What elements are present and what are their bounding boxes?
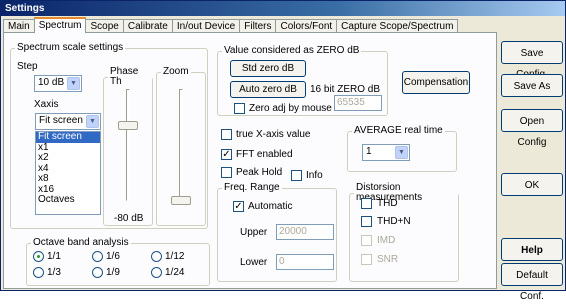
zero-adj-checkbox[interactable]: [234, 103, 245, 114]
thd-n-checkbox[interactable]: [361, 216, 372, 227]
zero-db-legend: Value considered as ZERO dB: [224, 45, 360, 56]
check-icon: ✓: [234, 201, 243, 212]
average-legend: AVERAGE real time: [354, 125, 443, 136]
xaxis-option[interactable]: Fit screen: [36, 131, 100, 143]
octave-radio-1-6[interactable]: [92, 251, 103, 262]
compensation-button[interactable]: Compensation: [402, 71, 470, 94]
chevron-down-icon: ▼: [67, 77, 80, 90]
std-zero-db-button[interactable]: Std zero dB: [230, 60, 306, 77]
check-icon: ✓: [222, 149, 231, 160]
step-select[interactable]: 10 dB ▼: [34, 75, 82, 92]
save-config-button[interactable]: Save Config.: [501, 41, 563, 80]
average-value: 1: [366, 146, 372, 157]
info-label: Info: [306, 170, 323, 181]
save-as-button[interactable]: Save As: [501, 74, 563, 97]
octave-option-label: 1/6: [106, 251, 120, 262]
step-label: Step: [17, 61, 38, 72]
phase-legend: Phase Th: [110, 66, 139, 87]
xaxis-label: Xaxis: [34, 99, 59, 110]
ok-button[interactable]: OK: [501, 173, 563, 196]
peak-hold-checkbox[interactable]: [221, 167, 232, 178]
phase-slider-thumb[interactable]: [118, 121, 138, 130]
default-conf-button[interactable]: Default Conf.: [501, 263, 563, 302]
xaxis-select[interactable]: Fit screen ▼: [35, 113, 101, 130]
imd-checkbox: [361, 235, 372, 246]
snr-label: SNR: [377, 254, 399, 265]
chevron-down-icon: ▼: [395, 146, 408, 159]
xaxis-option[interactable]: x2: [36, 152, 100, 164]
spectrum-panel: Spectrum scale settings Step 10 dB ▼ Xax…: [3, 32, 497, 289]
octave-group: Octave band analysis: [26, 238, 210, 286]
chevron-down-icon: ▼: [86, 115, 99, 128]
upper-label: Upper: [240, 227, 268, 238]
octave-option-label: 1/24: [165, 267, 185, 278]
octave-option-label: 1/3: [47, 267, 61, 278]
bit-zero-db-field[interactable]: 65535: [334, 95, 382, 111]
octave-legend: Octave band analysis: [33, 237, 129, 248]
radio-selected-dot: [37, 255, 40, 258]
thd-label: THD: [377, 198, 398, 209]
upper-field[interactable]: 20000: [276, 224, 334, 240]
tab-capture[interactable]: Capture Scope/Spectrum: [336, 19, 459, 33]
settings-window: Settings Main Spectrum Scope Calibrate I…: [0, 0, 566, 302]
xaxis-value: Fit screen: [39, 115, 83, 126]
true-x-axis-label: true X-axis value: [236, 129, 311, 140]
octave-radio-1-12[interactable]: [151, 251, 162, 262]
tab-filters[interactable]: Filters: [239, 19, 277, 33]
zoom-slider-thumb[interactable]: [171, 196, 191, 205]
help-button[interactable]: Help: [501, 238, 563, 261]
tab-main[interactable]: Main: [3, 19, 35, 33]
tab-in-out-device[interactable]: In/out Device: [171, 19, 241, 33]
window-title: Settings: [1, 1, 565, 16]
open-config-button[interactable]: Open Config: [501, 109, 563, 148]
phase-slider-track[interactable]: [126, 89, 130, 201]
true-x-axis-checkbox[interactable]: [221, 129, 232, 140]
peak-hold-label: Peak Hold: [236, 167, 283, 178]
average-select[interactable]: 1 ▼: [362, 144, 410, 161]
tab-calibrate[interactable]: Calibrate: [122, 19, 173, 33]
automatic-label: Automatic: [248, 201, 293, 212]
xaxis-option[interactable]: x8: [36, 173, 100, 185]
octave-option-label: 1/12: [165, 251, 185, 262]
thd-checkbox[interactable]: [361, 198, 372, 209]
tab-strip: Main Spectrum Scope Calibrate In/out Dev…: [3, 17, 499, 33]
octave-option-label: 1/1: [47, 251, 61, 262]
octave-radio-1-24[interactable]: [151, 267, 162, 278]
xaxis-option[interactable]: Octaves: [36, 194, 100, 206]
lower-field[interactable]: 0: [276, 254, 334, 270]
thd-n-label: THD+N: [377, 216, 411, 227]
octave-radio-1-1[interactable]: [33, 251, 44, 262]
tab-spectrum[interactable]: Spectrum: [33, 17, 87, 33]
fft-enabled-label: FFT enabled: [236, 149, 293, 160]
zero-adj-label: Zero adj by mouse: [249, 103, 332, 114]
tab-scope[interactable]: Scope: [85, 19, 124, 33]
freq-range-legend: Freq. Range: [224, 182, 280, 193]
tab-colors-font[interactable]: Colors/Font: [275, 19, 338, 33]
octave-radio-1-3[interactable]: [33, 267, 44, 278]
info-checkbox[interactable]: [291, 170, 302, 181]
zoom-slider-track[interactable]: [179, 89, 183, 201]
zoom-legend: Zoom: [163, 66, 189, 77]
imd-label: IMD: [377, 235, 396, 246]
snr-checkbox: [361, 254, 372, 265]
octave-option-label: 1/9: [106, 267, 120, 278]
step-value: 10 dB: [38, 77, 65, 88]
lower-label: Lower: [240, 257, 268, 268]
xaxis-dropdown-list: Fit screen x1 x2 x4 x8 x16 Octaves: [35, 131, 101, 215]
octave-radio-1-9[interactable]: [92, 267, 103, 278]
fft-enabled-checkbox[interactable]: ✓: [221, 149, 232, 160]
scale-legend: Spectrum scale settings: [17, 42, 124, 53]
bit-zero-db-label: 16 bit ZERO dB: [310, 84, 381, 95]
phase-value: -80 dB: [114, 213, 144, 224]
automatic-checkbox[interactable]: ✓: [233, 201, 244, 212]
auto-zero-db-button[interactable]: Auto zero dB: [230, 81, 306, 98]
